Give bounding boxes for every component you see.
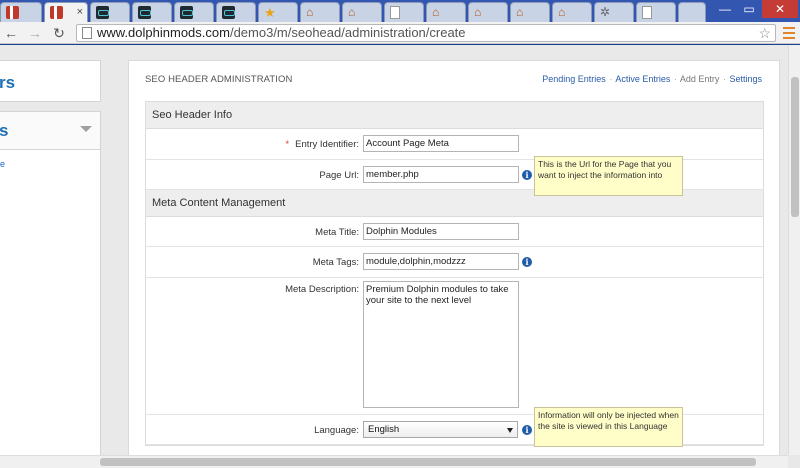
browser-tab[interactable]: ⌂: [342, 2, 382, 22]
menu-icon[interactable]: [781, 24, 797, 42]
browser-tab[interactable]: [90, 2, 130, 22]
info-icon[interactable]: i: [522, 257, 532, 267]
browser-tab[interactable]: ⌂: [552, 2, 592, 22]
browser-tab[interactable]: [216, 2, 256, 22]
page-icon: [82, 27, 92, 39]
url-host: www.dolphinmods.com: [97, 25, 230, 40]
sidebar-section-title: s: [0, 121, 9, 140]
back-arrow-icon[interactable]: ←: [2, 24, 20, 42]
vertical-scrollbar[interactable]: [788, 45, 800, 455]
scrollbar-corner: [788, 455, 800, 468]
browser-tab[interactable]: [0, 2, 42, 22]
browser-tab[interactable]: [132, 2, 172, 22]
language-selected: English: [368, 424, 400, 435]
section-seo-header-info: Seo Header Info: [146, 102, 763, 129]
browser-tab[interactable]: ✲: [594, 2, 634, 22]
dolphin-icon: [138, 6, 151, 19]
bookmark-star-icon[interactable]: ☆: [758, 25, 771, 41]
browser-tab[interactable]: ⌂: [300, 2, 340, 22]
meta-tags-label: Meta Tags:: [312, 257, 359, 268]
browser-toolbar: ← → ↻ www.dolphinmods.com/demo3/m/seohea…: [0, 22, 800, 44]
language-label: Language:: [314, 425, 359, 436]
close-window-button[interactable]: ✕: [762, 0, 798, 18]
settings-link[interactable]: Settings: [729, 74, 762, 84]
home-icon: ⌂: [474, 5, 482, 19]
home-icon: ⌂: [348, 5, 356, 19]
home-icon: ⌂: [432, 5, 440, 19]
meta-title-input[interactable]: [363, 223, 519, 240]
entry-identifier-input[interactable]: [363, 135, 519, 152]
meta-tags-input[interactable]: [363, 253, 519, 270]
sidebar-box: s e: [0, 111, 101, 455]
home-icon: ⌂: [306, 5, 314, 19]
page-url-tooltip: This is the Url for the Page that you wa…: [534, 156, 683, 196]
chevron-down-icon[interactable]: [80, 126, 92, 132]
language-select[interactable]: English: [363, 421, 518, 438]
dropdown-arrow-icon[interactable]: [507, 428, 513, 433]
meta-description-row: Meta Description: Premium Dolphin module…: [146, 278, 763, 415]
document-icon: [642, 6, 652, 19]
gear-icon: ✲: [600, 5, 611, 19]
dolphin-icon: [180, 6, 193, 19]
active-entries-link[interactable]: Active Entries: [615, 74, 670, 84]
new-tab-button[interactable]: [678, 2, 706, 22]
browser-tab[interactable]: [384, 2, 424, 22]
browser-tab[interactable]: [174, 2, 214, 22]
dolphin-icon: [222, 6, 235, 19]
browser-tab-active[interactable]: ×: [44, 2, 88, 22]
url-path: /demo3/m/seohead/administration/create: [229, 25, 466, 40]
sidebar-header[interactable]: s: [0, 112, 100, 150]
sidebar-link[interactable]: e: [0, 159, 5, 169]
add-entry-link[interactable]: Add Entry: [680, 74, 720, 84]
horizontal-scroll-thumb[interactable]: [100, 458, 756, 466]
main-panel: SEO HEADER ADMINISTRATION Pending Entrie…: [128, 60, 780, 455]
info-icon[interactable]: i: [522, 425, 532, 435]
minimize-button[interactable]: —: [714, 0, 736, 18]
vertical-scroll-thumb[interactable]: [791, 77, 799, 217]
sidebar-box: rs: [0, 60, 101, 102]
tab-strip: × ★ ⌂ ⌂ ⌂ ⌂ ⌂ ⌂ ✲ — ▭ ✕: [0, 0, 800, 22]
page-url-label: Page Url:: [319, 170, 359, 181]
sidebar: rs s e: [0, 60, 101, 455]
tab-close-icon[interactable]: ×: [77, 6, 83, 19]
language-row: Language: English i Information will onl…: [146, 407, 763, 447]
separator: ·: [609, 74, 613, 84]
meta-tags-row: Meta Tags: i: [146, 247, 763, 278]
pending-entries-link[interactable]: Pending Entries: [542, 74, 606, 84]
maximize-button[interactable]: ▭: [738, 0, 760, 18]
entry-identifier-label: * Entry Identifier:: [285, 139, 359, 150]
admin-nav-links: Pending Entries · Active Entries · Add E…: [542, 74, 762, 84]
reload-icon[interactable]: ↻: [50, 24, 68, 42]
browser-tab[interactable]: ⌂: [510, 2, 550, 22]
page-title: SEO HEADER ADMINISTRATION: [145, 74, 293, 85]
address-bar[interactable]: www.dolphinmods.com/demo3/m/seohead/admi…: [76, 24, 776, 42]
meta-description-textarea[interactable]: Premium Dolphin modules to take your sit…: [363, 281, 519, 408]
page-viewport: rs s e SEO HEADER ADMINISTRATION Pending…: [0, 45, 788, 455]
browser-tab[interactable]: [636, 2, 676, 22]
meta-title-row: Meta Title:: [146, 217, 763, 247]
meta-description-label: Meta Description:: [285, 284, 359, 295]
separator: ·: [673, 74, 677, 84]
star-icon: ★: [264, 5, 276, 20]
red-pause-icon: [50, 6, 63, 19]
meta-title-label: Meta Title:: [315, 227, 359, 238]
required-mark: *: [285, 139, 290, 150]
info-icon[interactable]: i: [522, 170, 532, 180]
red-pause-icon: [6, 6, 19, 19]
forward-arrow-icon[interactable]: →: [26, 24, 44, 42]
browser-tab[interactable]: ⌂: [426, 2, 466, 22]
browser-tab[interactable]: ⌂: [468, 2, 508, 22]
horizontal-scrollbar[interactable]: [0, 455, 788, 468]
separator: ·: [722, 74, 726, 84]
browser-tab[interactable]: ★: [258, 2, 298, 22]
page-url-input[interactable]: [363, 166, 519, 183]
document-icon: [390, 6, 400, 19]
dolphin-icon: [96, 6, 109, 19]
page-url-row: Page Url: i This is the Url for the Page…: [146, 156, 763, 196]
sidebar-title: rs: [0, 73, 16, 92]
home-icon: ⌂: [516, 5, 524, 19]
language-tooltip: Information will only be injected when t…: [534, 407, 683, 447]
home-icon: ⌂: [558, 5, 566, 19]
seo-entry-form: Seo Header Info *Entry Identifier: Page …: [145, 101, 764, 447]
